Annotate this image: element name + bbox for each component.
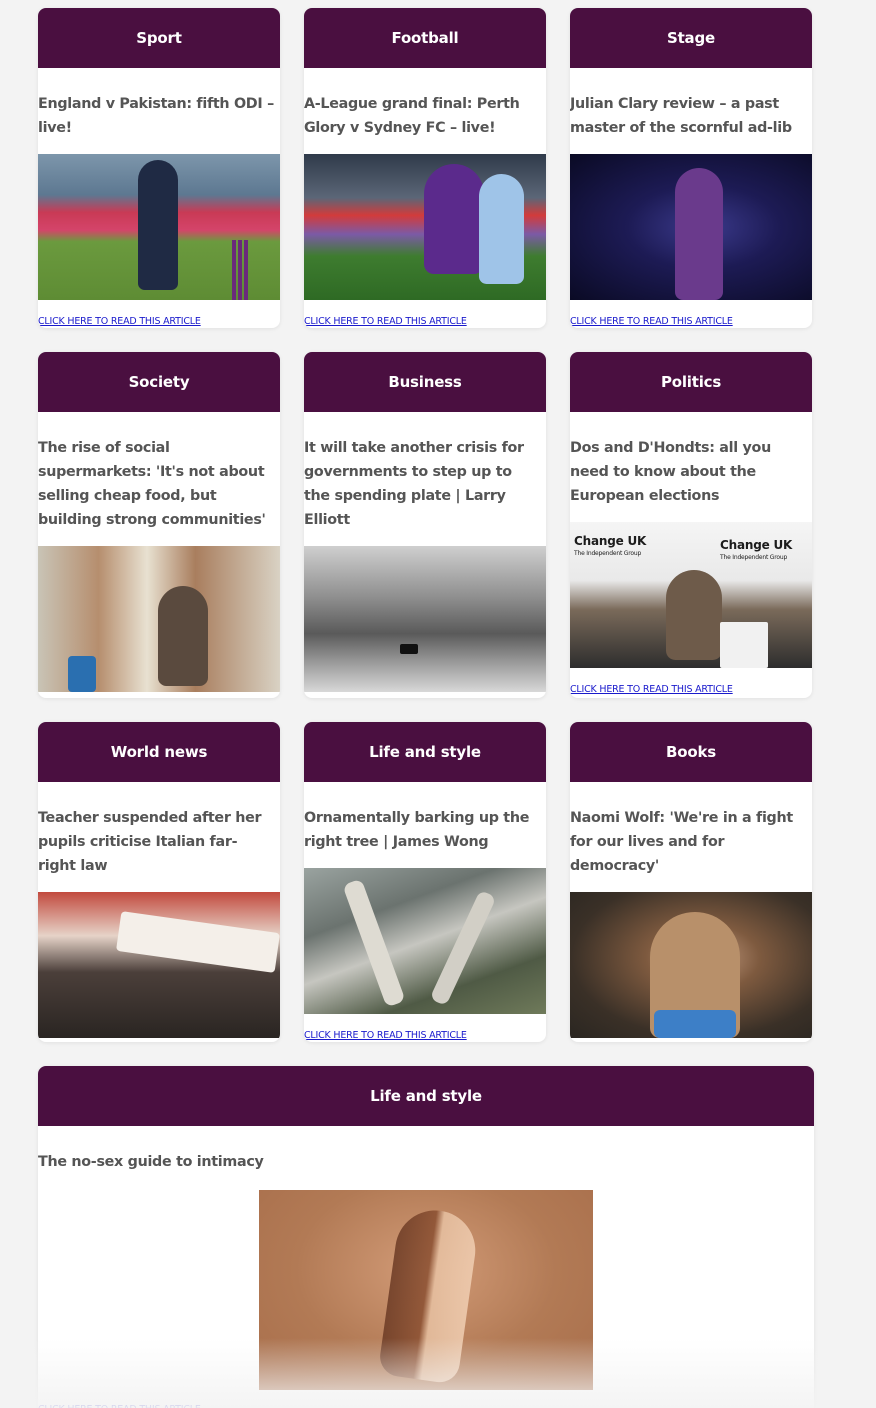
card-category-header: World news bbox=[38, 722, 280, 782]
vehicle-shape bbox=[400, 644, 418, 654]
card-title[interactable]: It will take another crisis for governme… bbox=[304, 436, 546, 532]
read-article-link[interactable]: CLICK HERE TO READ THIS ARTICLE bbox=[304, 316, 467, 327]
card-category-header: Sport bbox=[38, 8, 280, 68]
card-category-header: Life and style bbox=[38, 1066, 814, 1126]
protest-banner-shape bbox=[115, 911, 280, 973]
article-card-business: Business It will take another crisis for… bbox=[304, 352, 546, 698]
basket-shape bbox=[68, 656, 96, 692]
shirt-shape bbox=[654, 1010, 736, 1038]
card-category-header: Society bbox=[38, 352, 280, 412]
card-category-header: Football bbox=[304, 8, 546, 68]
stage-performer-image[interactable] bbox=[570, 154, 812, 300]
banner-subtext-left: The Independent Group bbox=[574, 550, 642, 557]
card-category-header: Stage bbox=[570, 8, 812, 68]
player-figure bbox=[479, 174, 524, 284]
touching-hands-image[interactable] bbox=[259, 1190, 593, 1390]
banner-text-left: Change UK bbox=[574, 534, 647, 548]
card-category-header: Books bbox=[570, 722, 812, 782]
card-title[interactable]: A-League grand final: Perth Glory v Sydn… bbox=[304, 92, 546, 140]
hands-shape bbox=[377, 1205, 481, 1385]
performer-figure bbox=[675, 168, 723, 300]
player-figure bbox=[424, 164, 484, 274]
article-card-life-and-style: Life and style Ornamentally barking up t… bbox=[304, 722, 546, 1042]
read-article-link[interactable]: CLICK HERE TO READ THIS ARTICLE bbox=[38, 1404, 201, 1408]
card-title[interactable]: England v Pakistan: fifth ODI – live! bbox=[38, 92, 280, 140]
banner-subtext-right: The Independent Group bbox=[720, 554, 788, 561]
article-card-politics: Politics Dos and D'Hondts: all you need … bbox=[570, 352, 812, 698]
podium-shape bbox=[720, 622, 768, 668]
protest-crowd-image[interactable] bbox=[38, 892, 280, 1038]
article-card-world-news: World news Teacher suspended after her p… bbox=[38, 722, 280, 1042]
batsman-figure bbox=[138, 160, 178, 290]
speaker-figure bbox=[666, 570, 722, 660]
football-players-image[interactable] bbox=[304, 154, 546, 300]
dust-storm-image[interactable] bbox=[304, 546, 546, 692]
article-card-life-and-style-wide: Life and style The no-sex guide to intim… bbox=[38, 1066, 814, 1408]
article-card-football: Football A-League grand final: Perth Glo… bbox=[304, 8, 546, 328]
card-category-header: Politics bbox=[570, 352, 812, 412]
article-grid-page: Sport England v Pakistan: fifth ODI – li… bbox=[0, 0, 876, 1408]
read-article-link[interactable]: CLICK HERE TO READ THIS ARTICLE bbox=[304, 1030, 467, 1041]
card-category-header: Life and style bbox=[304, 722, 546, 782]
card-title[interactable]: Naomi Wolf: 'We're in a fight for our li… bbox=[570, 806, 812, 878]
tree-branch-shape bbox=[342, 878, 406, 1008]
card-title[interactable]: Ornamentally barking up the right tree |… bbox=[304, 806, 546, 854]
card-title[interactable]: The rise of social supermarkets: 'It's n… bbox=[38, 436, 280, 532]
card-title[interactable]: The no-sex guide to intimacy bbox=[38, 1150, 814, 1174]
shopper-figure bbox=[158, 586, 208, 686]
portrait-woman-image[interactable] bbox=[570, 892, 812, 1038]
tree-branch-shape bbox=[429, 889, 497, 1007]
card-title[interactable]: Teacher suspended after her pupils criti… bbox=[38, 806, 280, 878]
article-card-stage: Stage Julian Clary review – a past maste… bbox=[570, 8, 812, 328]
card-category-header: Business bbox=[304, 352, 546, 412]
supermarket-aisle-image[interactable] bbox=[38, 546, 280, 692]
banner-text-right: Change UK bbox=[720, 538, 793, 552]
gnarled-trees-image[interactable] bbox=[304, 868, 546, 1014]
cricket-stumps bbox=[232, 240, 236, 300]
cricket-batsman-image[interactable] bbox=[38, 154, 280, 300]
article-card-books: Books Naomi Wolf: 'We're in a fight for … bbox=[570, 722, 812, 1042]
politician-podium-image[interactable]: Change UK The Independent Group Change U… bbox=[570, 522, 812, 668]
article-card-society: Society The rise of social supermarkets:… bbox=[38, 352, 280, 698]
read-article-link[interactable]: CLICK HERE TO READ THIS ARTICLE bbox=[38, 316, 201, 327]
article-card-sport: Sport England v Pakistan: fifth ODI – li… bbox=[38, 8, 280, 328]
read-article-link[interactable]: CLICK HERE TO READ THIS ARTICLE bbox=[570, 316, 733, 327]
card-title[interactable]: Dos and D'Hondts: all you need to know a… bbox=[570, 436, 812, 508]
card-title[interactable]: Julian Clary review – a past master of t… bbox=[570, 92, 812, 140]
read-article-link[interactable]: CLICK HERE TO READ THIS ARTICLE bbox=[570, 684, 733, 695]
